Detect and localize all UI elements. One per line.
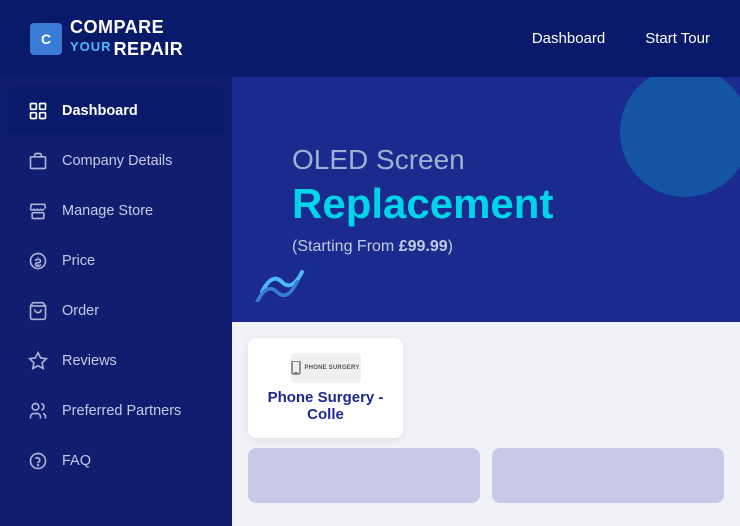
- bottom-card-1: [248, 448, 480, 503]
- sidebar-item-reviews[interactable]: Reviews: [8, 337, 224, 385]
- sidebar-label-order: Order: [62, 303, 99, 319]
- logo-line3: REPAIR: [114, 39, 184, 61]
- sidebar-label-price: Price: [62, 253, 95, 269]
- logo: C COMPARE YOUR REPAIR: [30, 17, 183, 60]
- logo-line2: YOUR: [70, 39, 112, 61]
- banner-price: (Starting From £99.99): [292, 238, 553, 256]
- partners-icon: [28, 401, 48, 421]
- sidebar-label-dashboard: Dashboard: [62, 103, 138, 119]
- sidebar-label-faq: FAQ: [62, 453, 91, 469]
- banner-price-close: ): [448, 238, 453, 255]
- banner-text-container: OLED Screen Replacement (Starting From £…: [292, 144, 553, 256]
- price-icon: [28, 251, 48, 271]
- order-icon: [28, 301, 48, 321]
- nav-dashboard[interactable]: Dashboard: [532, 30, 605, 47]
- sidebar-label-manage-store: Manage Store: [62, 203, 153, 219]
- banner-price-text: (Starting From: [292, 238, 399, 255]
- sidebar: Dashboard Company Details Manage Store P…: [0, 77, 232, 526]
- banner-title: Replacement: [292, 180, 553, 228]
- store-card-name: Phone Surgery - Colle: [248, 389, 403, 423]
- reviews-icon: [28, 351, 48, 371]
- bottom-row: [232, 438, 740, 503]
- sidebar-item-dashboard[interactable]: Dashboard: [8, 87, 224, 135]
- deco-circle: [620, 77, 740, 197]
- header-nav: Dashboard Start Tour: [532, 30, 710, 47]
- sidebar-item-faq[interactable]: FAQ: [8, 437, 224, 485]
- store-card-logo: PHONE SURGERY: [291, 353, 361, 383]
- banner: OLED Screen Replacement (Starting From £…: [232, 77, 740, 322]
- store-card[interactable]: PHONE SURGERY Phone Surgery - Colle: [248, 338, 403, 438]
- company-icon: [28, 151, 48, 171]
- sidebar-label-partners: Preferred Partners: [62, 403, 181, 419]
- sidebar-item-preferred-partners[interactable]: Preferred Partners: [8, 387, 224, 435]
- main-layout: Dashboard Company Details Manage Store P…: [0, 77, 740, 526]
- store-logo-text: PHONE SURGERY: [304, 365, 359, 371]
- header: C COMPARE YOUR REPAIR Dashboard Start To…: [0, 0, 740, 77]
- banner-price-value: £99.99: [399, 238, 448, 255]
- faq-icon: [28, 451, 48, 471]
- logo-icon: C: [30, 23, 62, 55]
- dashboard-icon: [28, 101, 48, 121]
- banner-subtitle: OLED Screen: [292, 144, 553, 176]
- sidebar-label-company: Company Details: [62, 153, 172, 169]
- sidebar-item-price[interactable]: Price: [8, 237, 224, 285]
- logo-line1: COMPARE: [70, 17, 183, 39]
- sidebar-item-order[interactable]: Order: [8, 287, 224, 335]
- sidebar-label-reviews: Reviews: [62, 353, 117, 369]
- phone-icon: [291, 361, 301, 375]
- sidebar-item-manage-store[interactable]: Manage Store: [8, 187, 224, 235]
- sidebar-item-company-details[interactable]: Company Details: [8, 137, 224, 185]
- store-icon: [28, 201, 48, 221]
- bottom-card-2: [492, 448, 724, 503]
- nav-start-tour[interactable]: Start Tour: [645, 30, 710, 47]
- main-content: OLED Screen Replacement (Starting From £…: [232, 77, 740, 526]
- card-row: PHONE SURGERY Phone Surgery - Colle: [232, 322, 740, 438]
